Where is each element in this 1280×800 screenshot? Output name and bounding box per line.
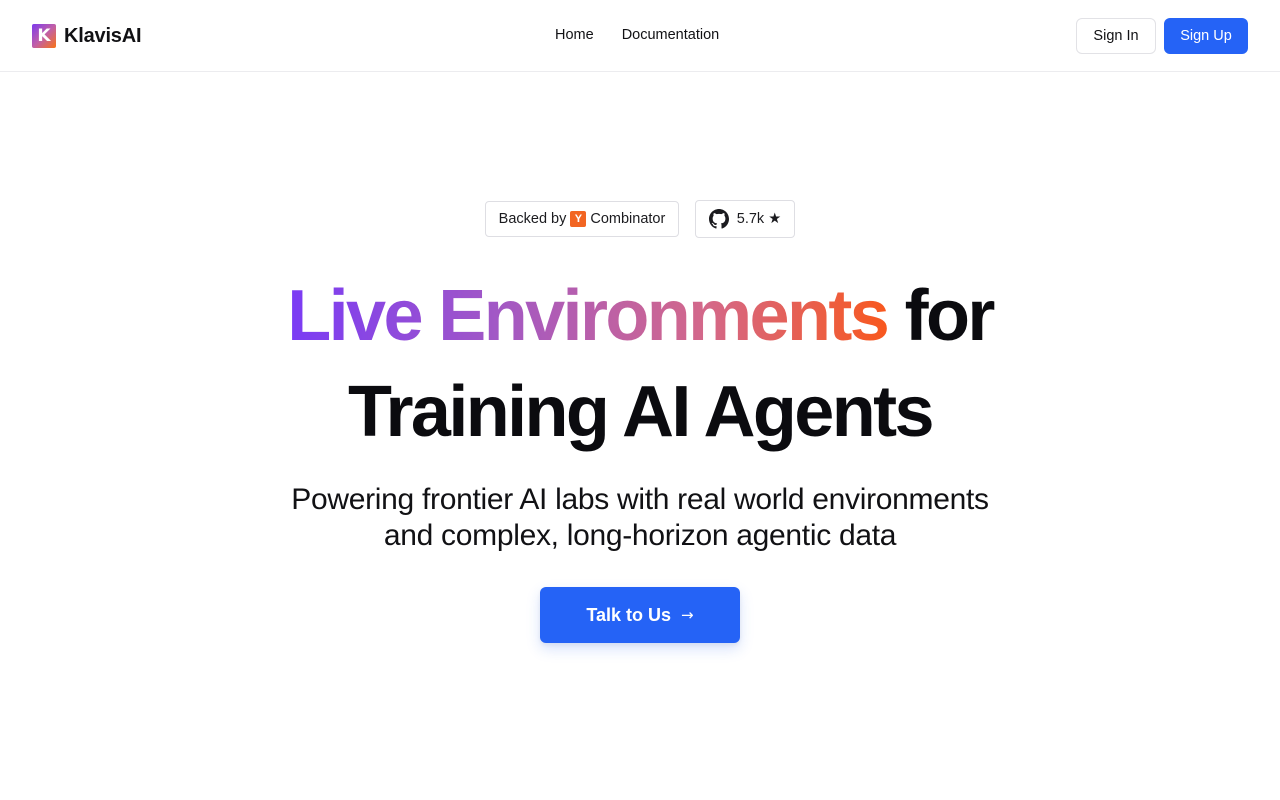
sign-in-button[interactable]: Sign In [1076, 18, 1156, 54]
hero-headline-gradient: Live Environments [287, 276, 890, 356]
hero-badges: Backed by Y Combinator 5.7k ★ [0, 200, 1280, 239]
github-stars-badge[interactable]: 5.7k ★ [695, 200, 795, 238]
y-combinator-icon: Y [570, 211, 587, 227]
talk-to-us-button[interactable]: Talk to Us → [540, 587, 740, 643]
nav-link-documentation[interactable]: Documentation [622, 27, 720, 43]
hero-headline-rest: for [904, 276, 996, 356]
brand-name: KlavisAI [64, 24, 142, 47]
brand-home-link[interactable]: K KlavisAI [32, 24, 142, 48]
github-icon [708, 209, 729, 229]
sign-up-button[interactable]: Sign Up [1164, 18, 1248, 54]
klavis-logo-icon: K [32, 24, 56, 48]
arrow-right-icon: → [681, 606, 694, 624]
main-nav: Home Documentation [555, 27, 719, 43]
yc-badge-suffix: Combinator [590, 211, 666, 227]
yc-badge-prefix: Backed by [498, 211, 567, 227]
star-icon: ★ [768, 211, 782, 227]
nav-link-home[interactable]: Home [555, 27, 594, 43]
hero-subtitle-line2: and complex, long-horizon agentic data [383, 519, 897, 552]
github-stars-count: 5.7k ★ [736, 211, 782, 227]
cta-label: Talk to Us [586, 604, 672, 625]
top-navbar: K KlavisAI Home Documentation Sign In Si… [0, 0, 1280, 72]
hero-subtitle-line1: Powering frontier AI labs with real worl… [291, 483, 989, 516]
hero-headline-line2: Training AI Agents [348, 372, 935, 452]
hero-headline-line1: Live Environments for [0, 274, 1280, 358]
yc-badge[interactable]: Backed by Y Combinator [485, 201, 679, 237]
